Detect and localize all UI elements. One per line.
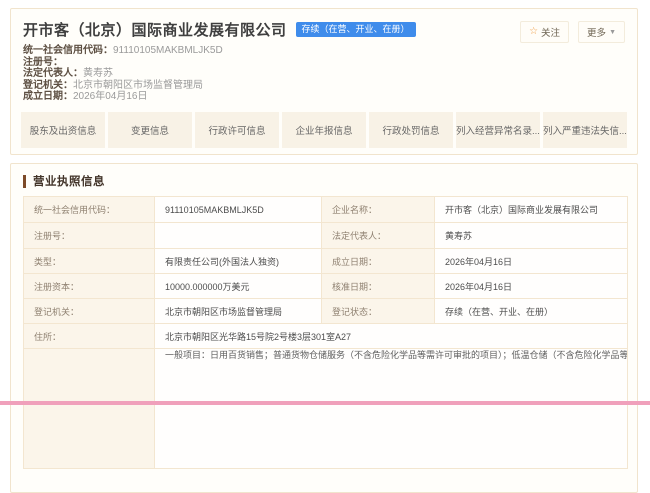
- tab-change-info[interactable]: 变更信息: [108, 112, 192, 148]
- table-row: 一般项目：日用百货销售；普通货物仓储服务（不含危险化学品等需许可审批的项目）；低…: [24, 349, 628, 469]
- tab-admin-penalty-info[interactable]: 行政处罚信息: [369, 112, 453, 148]
- cell-value-legal-rep: 黄寿苏: [435, 223, 628, 249]
- cell-value-address: 北京市朝阳区光华路15号院2号楼3层301室A27: [155, 324, 628, 349]
- field-reg-number-label: 注册号：: [23, 57, 63, 68]
- cell-label-approval-date: 核准日期：: [322, 274, 435, 299]
- status-badge: 存续（在营、开业、在册）: [296, 22, 416, 37]
- field-credit-code-value: 91110105MAKBMLJK5D: [113, 45, 223, 56]
- follow-button[interactable]: ☆ 关注: [520, 21, 569, 43]
- cell-label-company-name: 企业名称：: [322, 197, 435, 223]
- table-row: 注册号： 法定代表人： 黄寿苏: [24, 223, 628, 249]
- cell-value-reg-number: [155, 223, 322, 249]
- company-name: 开市客（北京）国际商业发展有限公司: [23, 19, 287, 40]
- cell-value-company-name: 开市客（北京）国际商业发展有限公司: [435, 197, 628, 223]
- table-row: 注册资本： 10000.000000万美元 核准日期： 2026年04月16日: [24, 274, 628, 299]
- tab-abnormal-operations-list[interactable]: 列入经营异常名录...: [456, 112, 540, 148]
- license-table: 统一社会信用代码： 91110105MAKBMLJK5D 企业名称： 开市客（北…: [23, 196, 628, 469]
- field-legal-rep: 法定代表人：黄寿苏: [23, 68, 625, 80]
- cell-label-registered-capital: 注册资本：: [24, 274, 155, 299]
- star-icon: ☆: [529, 27, 538, 37]
- cell-value-reg-authority: 北京市朝阳区市场监督管理局: [155, 299, 322, 324]
- cell-value-credit-code: 91110105MAKBMLJK5D: [155, 197, 322, 223]
- cell-label-reg-status: 登记状态：: [322, 299, 435, 324]
- cell-label-legal-rep: 法定代表人：: [322, 223, 435, 249]
- table-row: 住所： 北京市朝阳区光华路15号院2号楼3层301室A27: [24, 324, 628, 349]
- cell-value-approval-date: 2026年04月16日: [435, 274, 628, 299]
- cell-label-establish-date: 成立日期：: [322, 249, 435, 274]
- cell-value-establish-date: 2026年04月16日: [435, 249, 628, 274]
- cell-label-address: 住所：: [24, 324, 155, 349]
- cell-label-credit-code: 统一社会信用代码：: [24, 197, 155, 223]
- header-fields: 统一社会信用代码：91110105MAKBMLJK5D 注册号： 法定代表人：黄…: [11, 42, 637, 103]
- field-establish-date-value: 2026年04月16日: [73, 91, 148, 102]
- field-legal-rep-label: 法定代表人：: [23, 68, 83, 79]
- business-scope-text: 一般项目：日用百货销售；普通货物仓储服务（不含危险化学品等需许可审批的项目）；低…: [155, 349, 628, 469]
- field-reg-authority-value: 北京市朝阳区市场监督管理局: [73, 80, 203, 91]
- field-credit-code: 统一社会信用代码：91110105MAKBMLJK5D: [23, 45, 625, 57]
- header-actions: ☆ 关注 更多 ▼: [520, 21, 625, 43]
- section-title: 营业执照信息: [33, 173, 105, 189]
- cell-value-company-type: 有限责任公司(外国法人独资): [155, 249, 322, 274]
- business-license-card: 营业执照信息 统一社会信用代码： 91110105MAKBMLJK5D 企业名称…: [10, 163, 638, 493]
- tab-annual-report-info[interactable]: 企业年报信息: [282, 112, 366, 148]
- field-credit-code-label: 统一社会信用代码：: [23, 45, 113, 56]
- field-reg-authority: 登记机关：北京市朝阳区市场监督管理局: [23, 80, 625, 92]
- field-establish-date-label: 成立日期：: [23, 91, 73, 102]
- follow-button-label: 关注: [541, 25, 560, 39]
- cell-value-reg-status: 存续（在营、开业、在册）: [435, 299, 628, 324]
- section-accent-bar: [23, 175, 26, 188]
- caret-down-icon: ▼: [609, 29, 616, 36]
- field-reg-number: 注册号：: [23, 57, 625, 69]
- info-tabs: 股东及出资信息 变更信息 行政许可信息 企业年报信息 行政处罚信息 列入经营异常…: [21, 112, 627, 148]
- bottom-highlight-bar: [0, 401, 650, 405]
- field-establish-date: 成立日期：2026年04月16日: [23, 91, 625, 103]
- table-row: 类型： 有限责任公司(外国法人独资) 成立日期： 2026年04月16日: [24, 249, 628, 274]
- cell-value-registered-capital: 10000.000000万美元: [155, 274, 322, 299]
- tab-admin-license-info[interactable]: 行政许可信息: [195, 112, 279, 148]
- cell-label-reg-authority: 登记机关：: [24, 299, 155, 324]
- cell-label-business-scope: [24, 349, 155, 469]
- table-row: 登记机关： 北京市朝阳区市场监督管理局 登记状态： 存续（在营、开业、在册）: [24, 299, 628, 324]
- more-button[interactable]: 更多 ▼: [578, 21, 625, 43]
- more-button-label: 更多: [587, 25, 606, 39]
- field-legal-rep-value: 黄寿苏: [83, 68, 113, 79]
- section-header: 营业执照信息: [11, 164, 637, 196]
- tab-serious-violations-list[interactable]: 列入严重违法失信...: [543, 112, 627, 148]
- cell-label-reg-number: 注册号：: [24, 223, 155, 249]
- tab-shareholder-investment-info[interactable]: 股东及出资信息: [21, 112, 105, 148]
- company-header-card: 开市客（北京）国际商业发展有限公司 存续（在营、开业、在册） ☆ 关注 更多 ▼…: [10, 8, 638, 155]
- cell-label-company-type: 类型：: [24, 249, 155, 274]
- field-reg-authority-label: 登记机关：: [23, 80, 73, 91]
- table-row: 统一社会信用代码： 91110105MAKBMLJK5D 企业名称： 开市客（北…: [24, 197, 628, 223]
